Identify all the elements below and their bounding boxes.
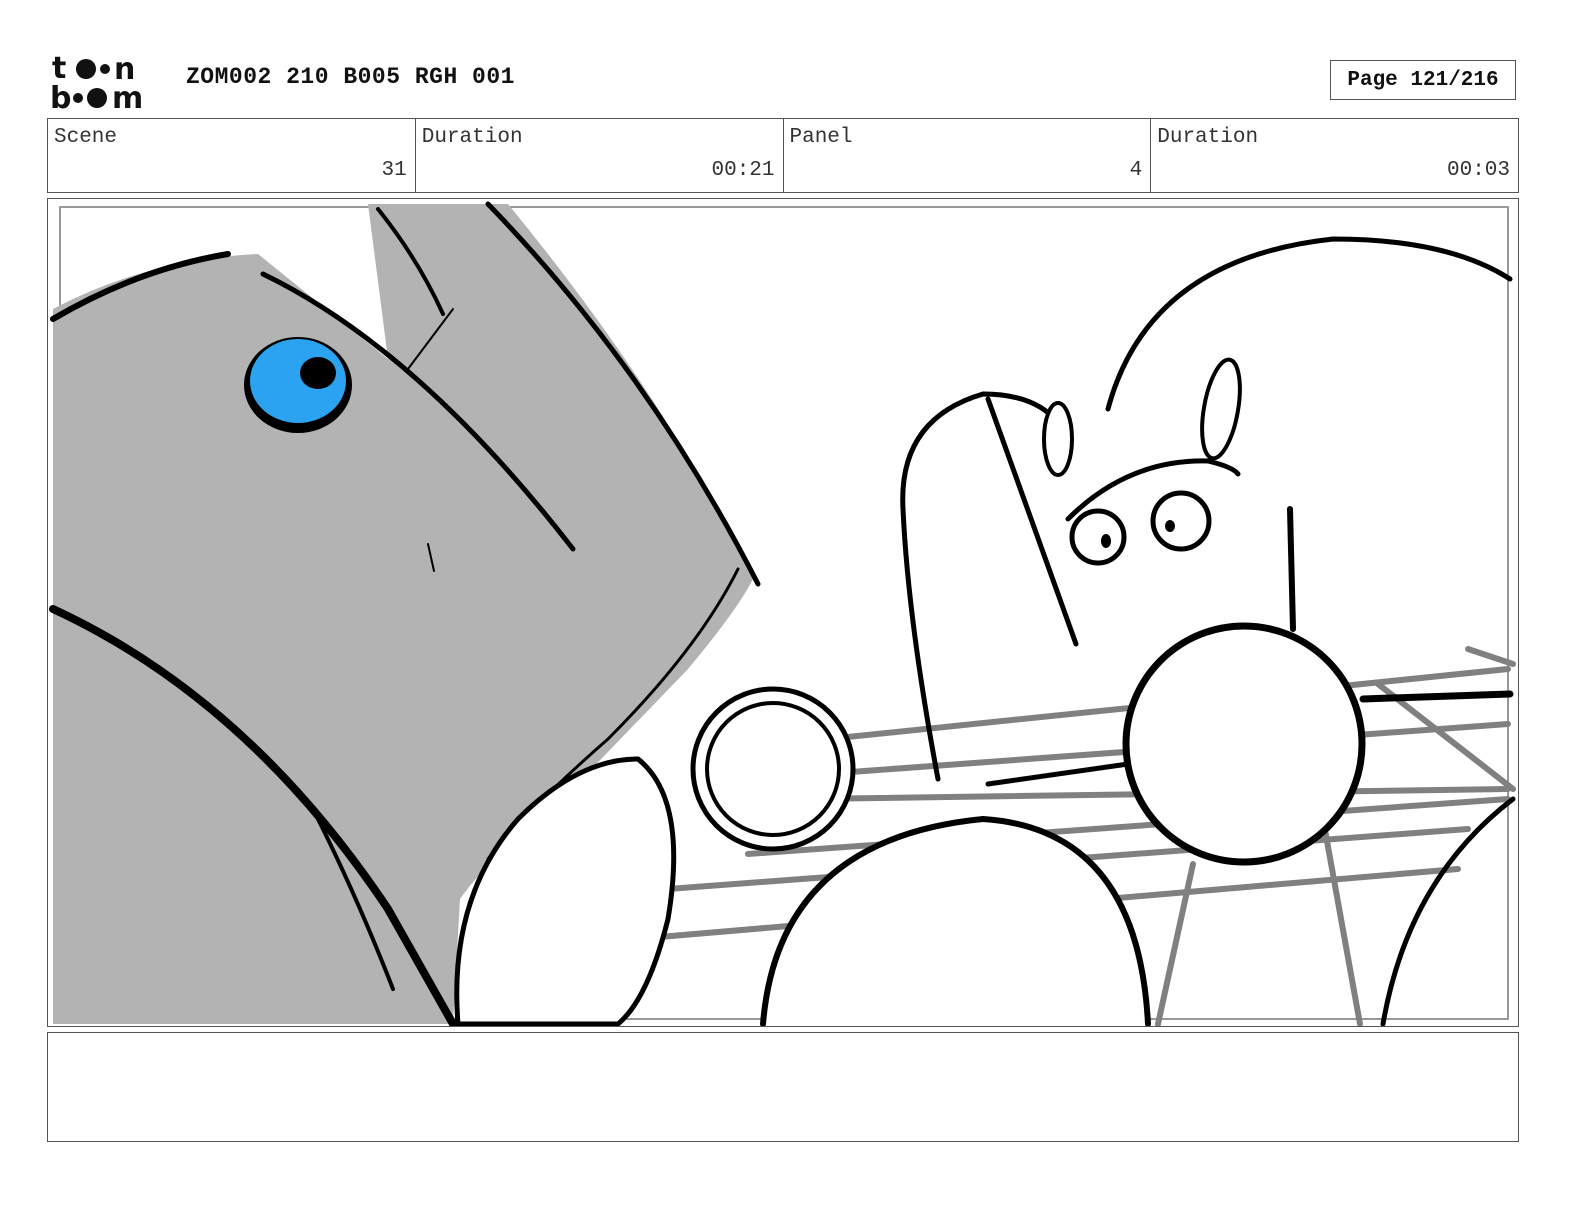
panel-duration-cell: Duration 00:03 bbox=[1151, 119, 1518, 192]
panel-label: Panel bbox=[789, 126, 853, 149]
scene-duration-cell: Duration 00:21 bbox=[416, 119, 784, 192]
zombie-character bbox=[900, 236, 1514, 866]
scene-cell: Scene 31 bbox=[48, 119, 416, 192]
panel-cell: Panel 4 bbox=[784, 119, 1152, 192]
svg-text:b: b bbox=[50, 81, 71, 112]
scene-label: Scene bbox=[54, 126, 118, 149]
document-title: ZOM002 210 B005 RGH 001 bbox=[186, 64, 515, 90]
scene-info-table: Scene 31 Duration 00:21 Panel 4 Duration… bbox=[47, 118, 1519, 193]
scene-duration-value: 00:21 bbox=[711, 159, 775, 182]
page-counter: Page 121/216 bbox=[1330, 60, 1516, 100]
panel-value: 4 bbox=[1129, 159, 1143, 182]
panel-duration-value: 00:03 bbox=[1446, 159, 1510, 182]
panel-notes bbox=[47, 1032, 1519, 1142]
scene-value: 31 bbox=[381, 159, 407, 182]
panel-sketch bbox=[49, 201, 1516, 1026]
panel-duration-label: Duration bbox=[1157, 126, 1259, 149]
svg-text:m: m bbox=[112, 81, 143, 112]
storyboard-panel bbox=[47, 198, 1519, 1027]
toonboom-logo: t n b m bbox=[50, 50, 165, 116]
scene-duration-label: Duration bbox=[421, 126, 523, 149]
